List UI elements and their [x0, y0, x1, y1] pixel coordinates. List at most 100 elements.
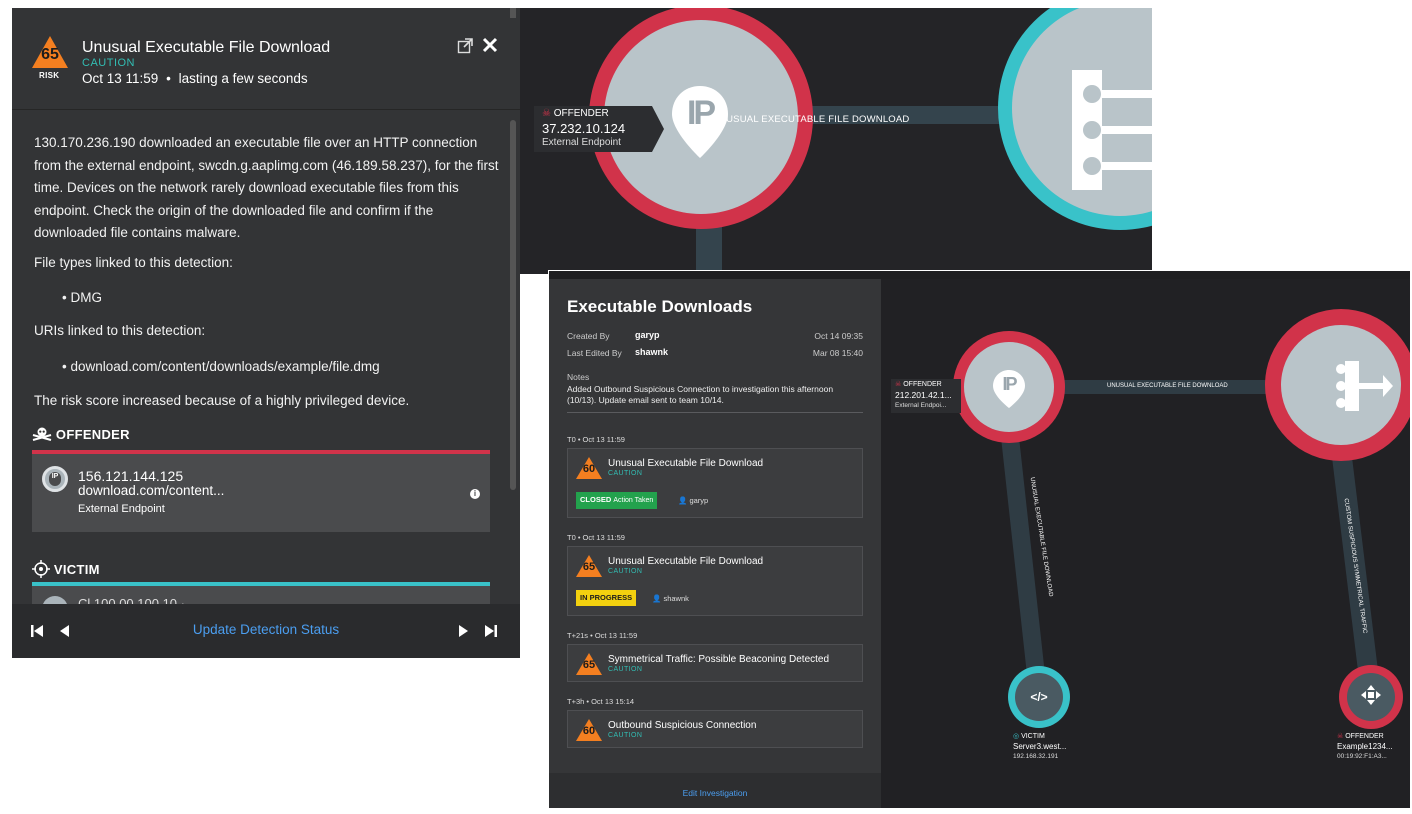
investigation-footer: Edit Investigation — [549, 773, 881, 808]
edit-investigation-link[interactable]: Edit Investigation — [549, 788, 881, 798]
edited-by: shawnk — [635, 347, 669, 357]
skull-icon: ☠ — [542, 108, 551, 119]
timeline-title: Unusual Executable File Download — [608, 556, 764, 567]
timeline-category: CAUTION — [608, 666, 643, 673]
next-icon[interactable] — [456, 624, 470, 638]
detection-graph: IP UNUSUAL EXECUTABLE FILE DOWNLOAD ☠ OF… — [520, 8, 1152, 274]
user-icon: 👤 — [678, 496, 688, 505]
uri-item: • download.com/content/downloads/example… — [62, 359, 380, 374]
timeline-score: 60 — [582, 463, 596, 475]
close-icon[interactable] — [482, 37, 498, 53]
offender-type: External Endpoint — [78, 503, 165, 515]
timeline-time: T0 • Oct 13 11:59 — [567, 435, 625, 444]
created-by-label: Created By — [567, 331, 610, 341]
offender-tag: ☠ OFFENDER 212.201.42.1... External Endp… — [891, 379, 961, 413]
offender-tag-mac: 00:19:92:F1:A3... — [1337, 753, 1387, 760]
edited-by-label: Last Edited By — [567, 348, 622, 358]
timeline-category: CAUTION — [608, 568, 643, 575]
timeline-score: 65 — [582, 659, 596, 671]
timeline-time: T+21s • Oct 13 11:59 — [567, 631, 638, 640]
offender-tag: ☠ OFFENDER 37.232.10.124 External Endpoi… — [534, 106, 664, 152]
crosshair-icon — [32, 560, 50, 578]
offender-section-heading: OFFENDER — [32, 427, 130, 442]
detection-time: Oct 13 11:59 — [82, 71, 159, 86]
detection-footer: Update Detection Status — [12, 604, 520, 658]
timeline-item[interactable]: 60 Unusual Executable File Download CAUT… — [567, 448, 863, 518]
file-type-item: • DMG — [62, 290, 102, 305]
risk-badge: 65 — [32, 36, 68, 68]
risk-note: The risk score increased because of a hi… — [34, 393, 410, 408]
offender-tag-type: External Endpoi... — [895, 402, 947, 409]
offender-tag-ip: 37.232.10.124 — [542, 121, 626, 136]
offender-tag-type: External Endpoint — [542, 137, 621, 148]
victim-tag-ip: 192.168.32.191 — [1013, 753, 1059, 760]
open-external-icon[interactable] — [457, 38, 473, 54]
notes-label: Notes — [567, 372, 590, 382]
detection-description: 130.170.236.190 downloaded an executable… — [34, 135, 499, 240]
bullet: • — [166, 71, 171, 86]
edge-label: UNUSUAL EXECUTABLE FILE DOWNLOAD — [712, 114, 910, 125]
status-badge-in-progress[interactable]: IN PROGRESS — [576, 590, 637, 606]
timeline-title: Outbound Suspicious Connection — [608, 720, 757, 731]
file-types-label: File types linked to this detection: — [34, 255, 233, 270]
assignee: 👤 garyp — [678, 496, 709, 505]
offender-tag-ip: 212.201.42.1... — [895, 390, 952, 400]
timeline-category: CAUTION — [608, 470, 643, 477]
timeline-item[interactable]: 65 Symmetrical Traffic: Possible Beaconi… — [567, 644, 863, 682]
ip-pin-icon: IP — [992, 369, 1026, 409]
notes: Added Outbound Suspicious Connection to … — [567, 384, 834, 405]
offender-card[interactable]: IP 156.121.144.125 download.com/content.… — [32, 454, 490, 532]
status-badge-closed[interactable]: CLOSED Action Taken — [576, 492, 658, 509]
timeline-title: Symmetrical Traffic: Possible Beaconing … — [608, 654, 830, 665]
timeline-item[interactable]: 60 Outbound Suspicious Connection CAUTIO… — [567, 710, 863, 748]
victim-card[interactable]: Cl 100.00.100.10 · — [32, 586, 490, 622]
detection-title: Unusual Executable File Download — [82, 39, 331, 56]
offender-ip: 156.121.144.125 — [78, 468, 184, 484]
info-icon[interactable]: i — [470, 489, 480, 499]
timeline-time: T0 • Oct 13 11:59 — [567, 533, 625, 542]
timeline-score: 65 — [582, 561, 596, 573]
investigation-panel: Executable Downloads Created By garyp Oc… — [548, 270, 1410, 808]
detection-category: CAUTION — [82, 57, 135, 69]
code-icon: </> — [1030, 690, 1048, 704]
update-detection-status-link[interactable]: Update Detection Status — [12, 622, 520, 637]
skull-icon: ☠ — [1337, 733, 1344, 740]
divider — [567, 412, 863, 413]
move-arrows-icon — [1360, 684, 1382, 706]
offender-tag-name: Example1234... — [1337, 742, 1393, 751]
investigation-title: Executable Downloads — [567, 297, 753, 316]
timeline-item[interactable]: 65 Unusual Executable File Download CAUT… — [567, 546, 863, 616]
created-date: Oct 14 09:35 — [814, 331, 863, 341]
last-icon[interactable] — [484, 624, 498, 638]
victim-tag-name: Server3.west... — [1013, 742, 1067, 751]
risk-label: RISK — [39, 71, 60, 80]
user-icon: 👤 — [652, 594, 662, 603]
timeline-title: Unusual Executable File Download — [608, 458, 764, 469]
detection-duration: lasting a few seconds — [178, 71, 308, 86]
router-node-icon — [1333, 361, 1393, 411]
offender-host: download.com/content... — [78, 483, 225, 498]
victim-tag-title: ◎ VICTIM — [1013, 733, 1045, 740]
detection-header: 65 RISK Unusual Executable File Download… — [12, 8, 520, 110]
risk-score: 65 — [41, 46, 59, 63]
investigation-graph: IP </> UNUSUAL EXECUTABLE FILE DOWNLOAD … — [881, 279, 1410, 808]
detection-panel: 65 RISK Unusual Executable File Download… — [12, 8, 520, 658]
detection-time-row: Oct 13 11:59 • lasting a few seconds — [82, 71, 308, 86]
skull-icon: ☠ — [895, 381, 902, 388]
graph-canvas — [953, 309, 1410, 729]
scrollbar-top[interactable] — [510, 8, 516, 18]
timeline-category: CAUTION — [608, 732, 643, 739]
investigation-sidebar: Executable Downloads Created By garyp Oc… — [549, 279, 881, 808]
router-node-icon — [1060, 70, 1152, 190]
ip-pin-icon: IP — [42, 466, 68, 492]
edited-date: Mar 08 15:40 — [812, 348, 863, 358]
timeline-score: 60 — [582, 725, 596, 737]
skull-crossbones-icon — [32, 427, 52, 441]
crosshair-icon: ◎ — [1013, 733, 1020, 740]
offender-tag-title: ☠ OFFENDER — [542, 108, 609, 119]
uris-label: URIs linked to this detection: — [34, 323, 206, 338]
offender-tag-title: ☠ OFFENDER — [1337, 733, 1384, 740]
victim-section-heading: VICTIM — [32, 560, 100, 578]
edge-label-top: UNUSUAL EXECUTABLE FILE DOWNLOAD — [1107, 383, 1228, 389]
created-by: garyp — [635, 330, 660, 340]
